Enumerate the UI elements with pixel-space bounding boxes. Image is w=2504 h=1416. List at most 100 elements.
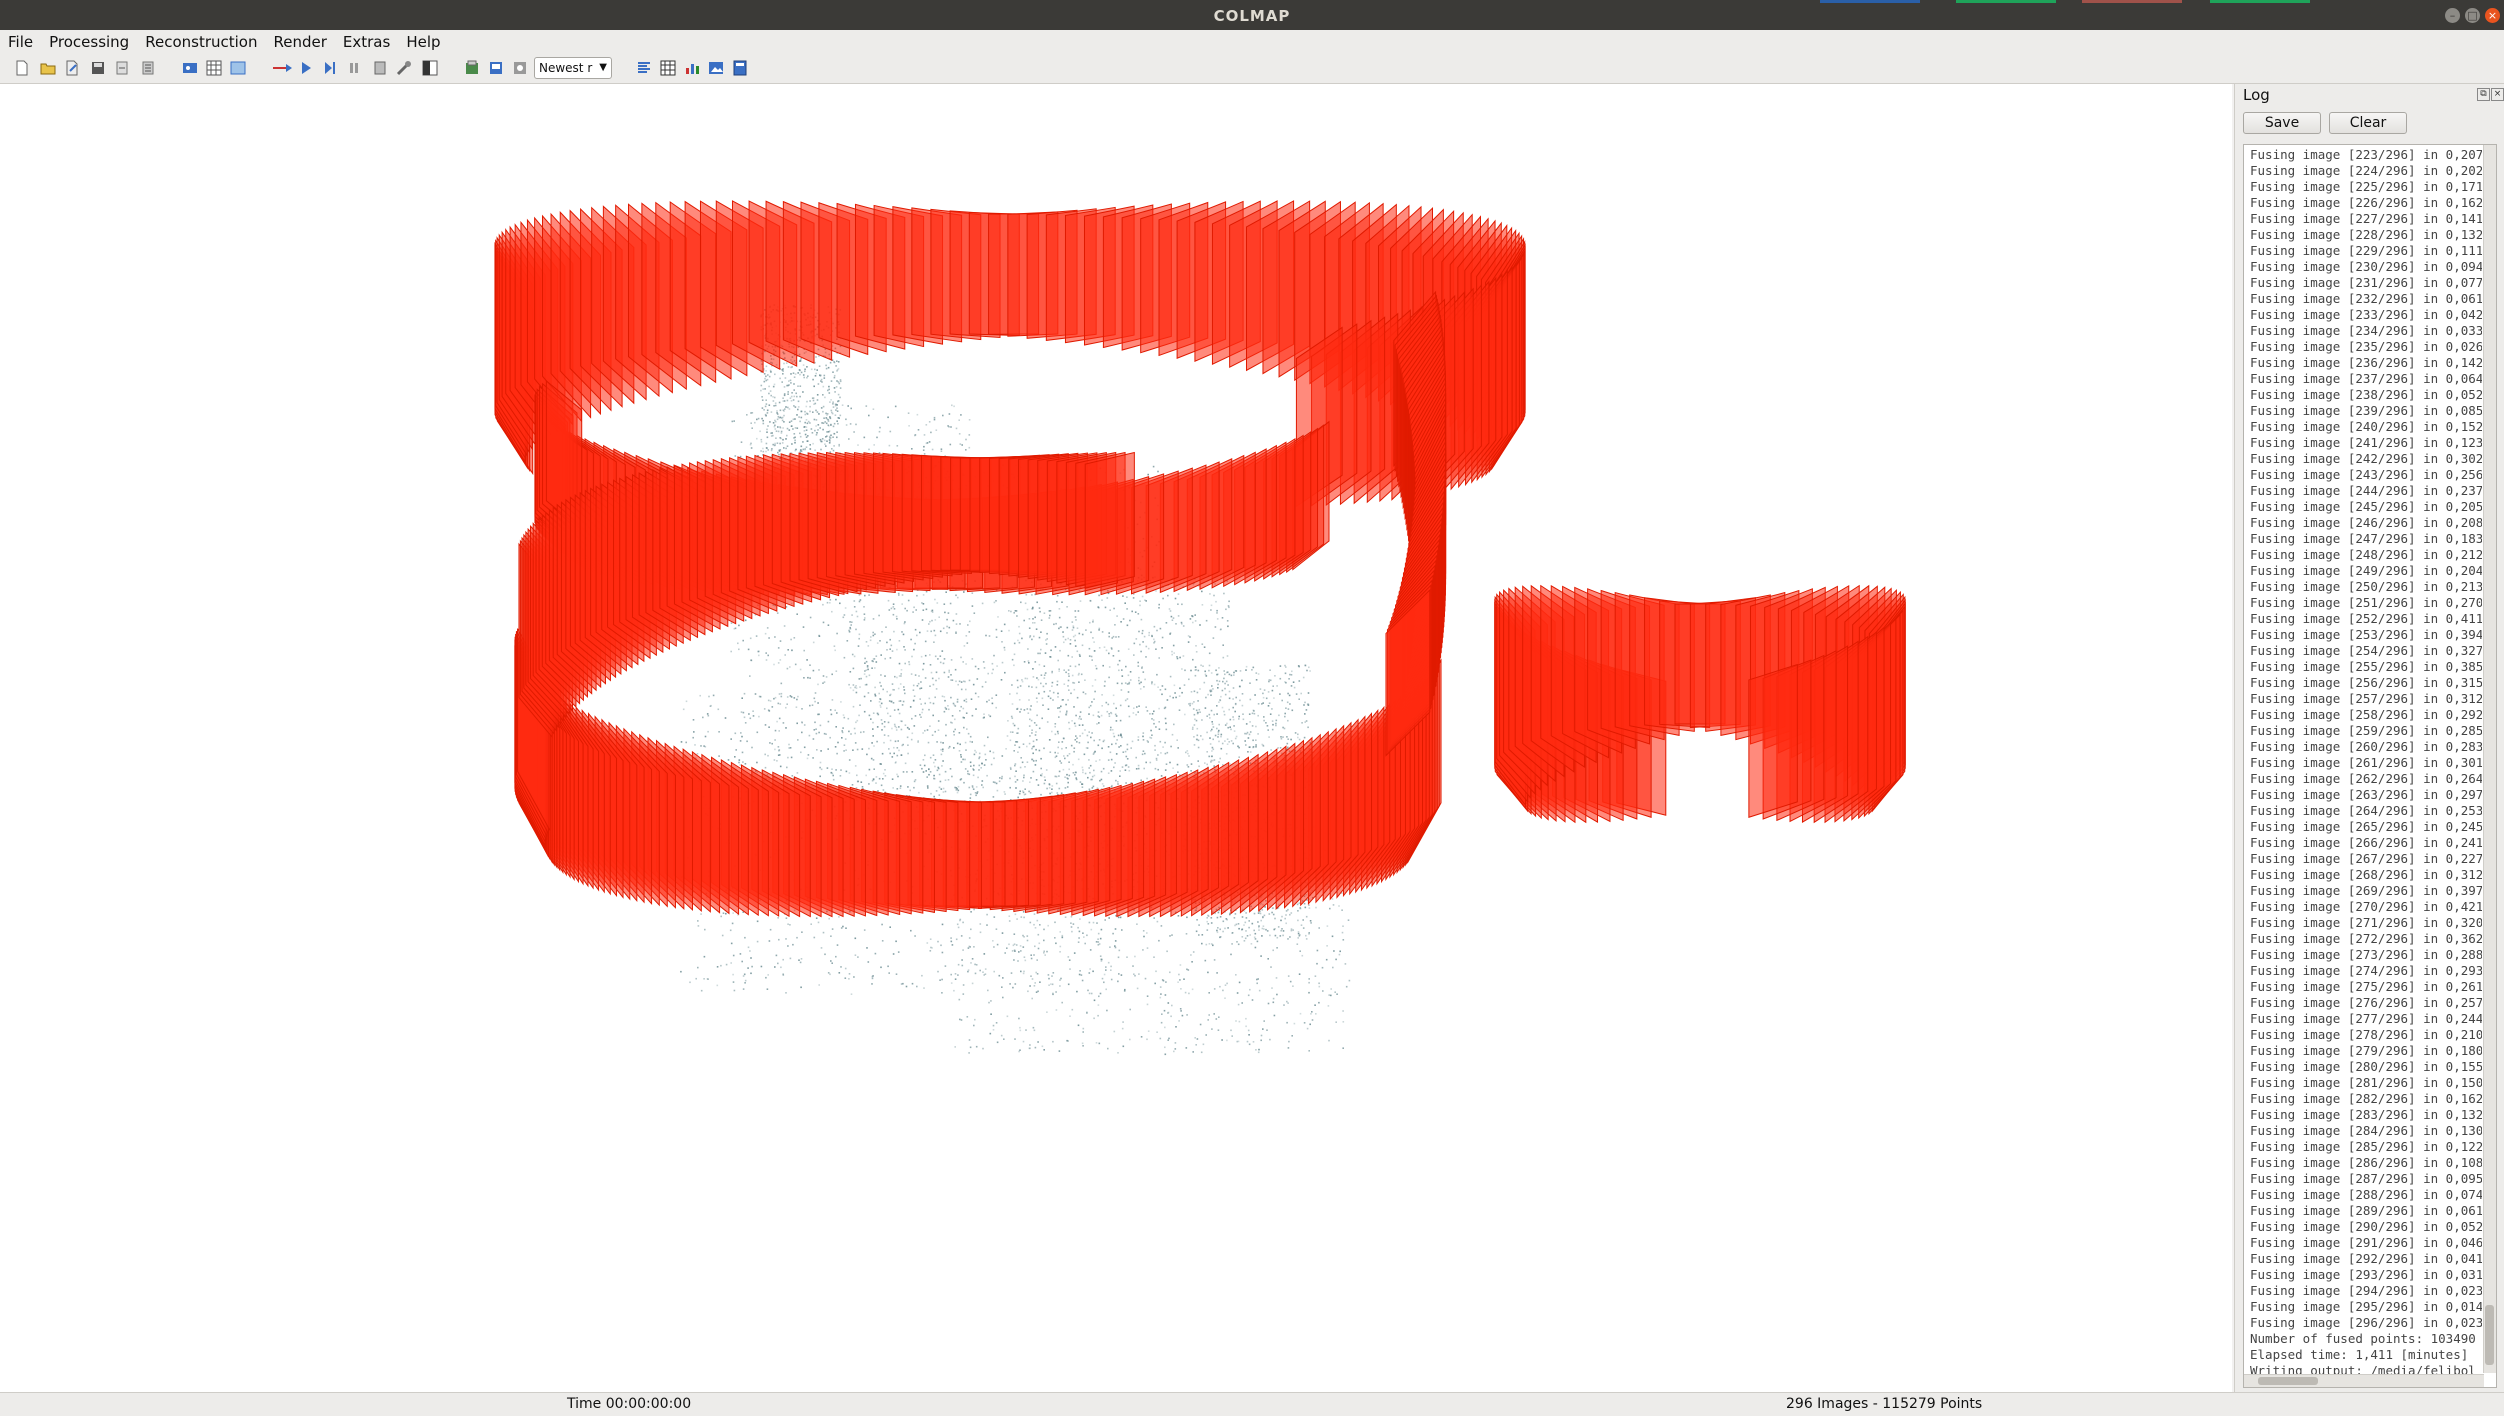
feature-extraction-icon[interactable] — [182, 60, 198, 76]
log-line: Fusing image [251/296] in 0,270 — [2250, 595, 2482, 610]
log-line: Fusing image [275/296] in 0,261 — [2250, 979, 2482, 994]
log-line: Fusing image [225/296] in 0,171 — [2250, 179, 2482, 194]
log-line: Fusing image [281/296] in 0,150 — [2250, 1075, 2482, 1090]
log-line: Fusing image [253/296] in 0,394 — [2250, 627, 2482, 642]
log-line: Fusing image [257/296] in 0,312 — [2250, 691, 2482, 706]
log-line: Fusing image [248/296] in 0,212 — [2250, 547, 2482, 562]
log-icon[interactable] — [636, 60, 652, 76]
menu-file[interactable]: File — [0, 30, 41, 54]
menu-reconstruction[interactable]: Reconstruction — [137, 30, 265, 54]
log-line: Fusing image [258/296] in 0,292 — [2250, 707, 2482, 722]
log-line: Fusing image [274/296] in 0,293 — [2250, 963, 2482, 978]
camera-ring — [1494, 584, 1906, 824]
menu-bar: File Processing Reconstruction Render Ex… — [0, 30, 2504, 54]
log-line: Fusing image [276/296] in 0,257 — [2250, 995, 2482, 1010]
clear-button[interactable]: Clear — [2329, 112, 2407, 134]
log-line: Fusing image [241/296] in 0,123 — [2250, 435, 2482, 450]
log-horizontal-scrollbar[interactable] — [2244, 1374, 2484, 1387]
window-icon[interactable] — [732, 60, 748, 76]
log-line: Fusing image [279/296] in 0,180 — [2250, 1043, 2482, 1058]
log-line: Fusing image [259/296] in 0,285 — [2250, 723, 2482, 738]
match-matrix-icon[interactable] — [512, 60, 528, 76]
log-line: Fusing image [227/296] in 0,141 — [2250, 211, 2482, 226]
menu-extras[interactable]: Extras — [335, 30, 398, 54]
render-options-icon[interactable] — [464, 60, 480, 76]
log-line: Fusing image [296/296] in 0,023 — [2250, 1315, 2482, 1330]
save-button[interactable]: Save — [2243, 112, 2321, 134]
camera-frustum — [1084, 451, 1135, 589]
camera-ring — [518, 451, 1135, 739]
log-line: Fusing image [287/296] in 0,095 — [2250, 1171, 2482, 1186]
menu-render[interactable]: Render — [265, 30, 334, 54]
log-line: Fusing image [247/296] in 0,183 — [2250, 531, 2482, 546]
chart-icon[interactable] — [684, 60, 700, 76]
log-line: Fusing image [265/296] in 0,245 — [2250, 819, 2482, 834]
maximize-icon[interactable]: □ — [2465, 8, 2480, 23]
float-dock-icon[interactable]: ⧉ — [2477, 88, 2490, 101]
log-vertical-scrollbar[interactable] — [2483, 145, 2496, 1373]
log-line: Number of fused points: 103490 — [2250, 1331, 2476, 1346]
import-model-icon[interactable] — [114, 60, 130, 76]
close-icon[interactable]: × — [2485, 8, 2500, 23]
grid-icon[interactable] — [660, 60, 676, 76]
database-icon[interactable] — [230, 60, 246, 76]
new-project-icon[interactable] — [14, 60, 30, 76]
log-line: Fusing image [245/296] in 0,205 — [2250, 499, 2482, 514]
pause-icon[interactable] — [346, 60, 362, 76]
play-icon[interactable] — [298, 60, 314, 76]
log-line: Fusing image [231/296] in 0,077 — [2250, 275, 2482, 290]
window-title: COLMAP — [1213, 7, 1291, 25]
model-viewer[interactable] — [0, 84, 2232, 1392]
bundle-adjustment-icon[interactable] — [396, 60, 412, 76]
camera-frustum — [1748, 663, 1798, 818]
menu-help[interactable]: Help — [398, 30, 448, 54]
log-line: Fusing image [272/296] in 0,362 — [2250, 931, 2482, 946]
reconstruction-start-icon[interactable] — [272, 60, 294, 76]
log-line: Fusing image [240/296] in 0,152 — [2250, 419, 2482, 434]
export-model-icon[interactable] — [140, 60, 156, 76]
log-line: Fusing image [285/296] in 0,122 — [2250, 1139, 2482, 1154]
status-bar: Time 00:00:00:00 296 Images - 115279 Poi… — [0, 1392, 2504, 1416]
log-line: Fusing image [260/296] in 0,283 — [2250, 739, 2482, 754]
log-line: Fusing image [243/296] in 0,256 — [2250, 467, 2482, 482]
image-icon[interactable] — [708, 60, 724, 76]
log-line: Fusing image [235/296] in 0,026 — [2250, 339, 2482, 354]
log-line: Fusing image [277/296] in 0,244 — [2250, 1011, 2482, 1026]
log-line: Fusing image [267/296] in 0,227 — [2250, 851, 2482, 866]
log-line: Fusing image [255/296] in 0,385 — [2250, 659, 2482, 674]
minimize-icon[interactable]: – — [2445, 8, 2460, 23]
log-dock: Log ⧉ × Save Clear Fusing image [223/296… — [2234, 84, 2504, 1392]
chevron-down-icon: ▼ — [599, 62, 607, 73]
log-line: Fusing image [223/296] in 0,207 — [2250, 147, 2482, 162]
log-line: Elapsed time: 1,411 [minutes] — [2250, 1347, 2469, 1362]
log-line: Fusing image [278/296] in 0,210 — [2250, 1027, 2482, 1042]
log-line: Fusing image [244/296] in 0,237 — [2250, 483, 2482, 498]
3d-scene[interactable] — [0, 84, 2232, 1392]
close-dock-icon[interactable]: × — [2491, 88, 2504, 101]
dense-icon[interactable] — [422, 60, 438, 76]
step-icon[interactable] — [322, 60, 338, 76]
log-line: Fusing image [262/296] in 0,264 — [2250, 771, 2482, 786]
log-line: Fusing image [246/296] in 0,208 — [2250, 515, 2482, 530]
log-line: Fusing image [228/296] in 0,132 — [2250, 227, 2482, 242]
log-line: Fusing image [294/296] in 0,023 — [2250, 1283, 2482, 1298]
log-line: Fusing image [280/296] in 0,155 — [2250, 1059, 2482, 1074]
log-line: Fusing image [229/296] in 0,111 — [2250, 243, 2482, 258]
menu-processing[interactable]: Processing — [41, 30, 137, 54]
reconstruction-select[interactable]: Newest r ▼ — [534, 57, 612, 79]
log-line: Fusing image [289/296] in 0,061 — [2250, 1203, 2482, 1218]
log-line: Fusing image [230/296] in 0,094 — [2250, 259, 2482, 274]
log-line: Fusing image [282/296] in 0,162 — [2250, 1091, 2482, 1106]
log-line: Fusing image [234/296] in 0,033 — [2250, 323, 2482, 338]
log-text: Fusing image [223/296] in 0,207 Fusing im… — [2250, 147, 2482, 1379]
log-line: Fusing image [263/296] in 0,297 — [2250, 787, 2482, 802]
log-output[interactable]: Fusing image [223/296] in 0,207 Fusing im… — [2243, 144, 2497, 1388]
save-project-icon[interactable] — [90, 60, 106, 76]
reconstruction-stats-icon[interactable] — [488, 60, 504, 76]
log-line: Fusing image [242/296] in 0,302 — [2250, 451, 2482, 466]
open-project-icon[interactable] — [40, 60, 56, 76]
log-line: Fusing image [290/296] in 0,052 — [2250, 1219, 2482, 1234]
edit-project-icon[interactable] — [64, 60, 80, 76]
reset-icon[interactable] — [372, 60, 388, 76]
feature-matching-icon[interactable] — [206, 60, 222, 76]
